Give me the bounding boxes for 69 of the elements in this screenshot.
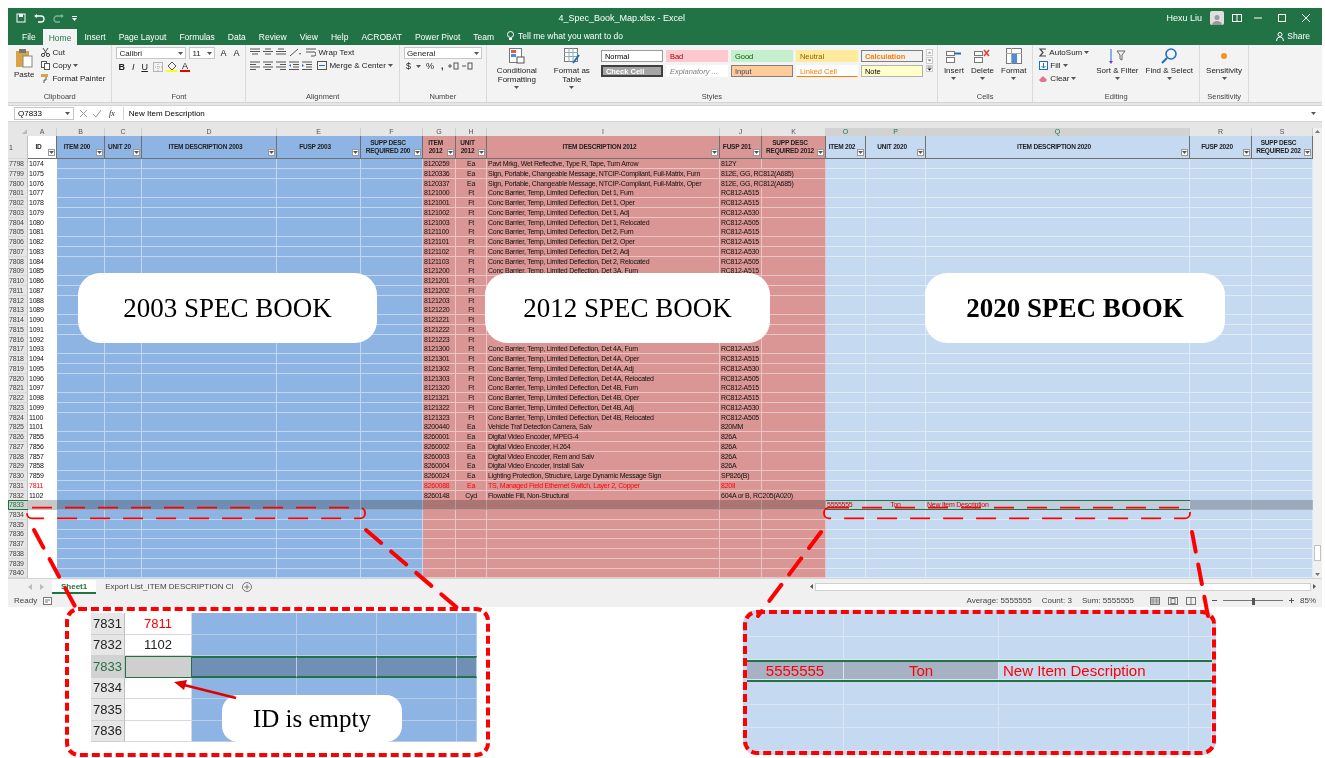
sensitivity-button[interactable]: Sensitivity — [1204, 47, 1245, 81]
cut-button[interactable]: Cut — [39, 47, 108, 58]
table-cell: New Item Description — [999, 661, 1189, 681]
share-button[interactable]: Share — [1272, 31, 1314, 45]
insert-button[interactable]: Insert — [941, 47, 966, 81]
window-title: 4_Spec_Book_Map.xlsx - Excel — [557, 13, 686, 23]
comma-style-button[interactable]: , — [438, 61, 446, 71]
copy-button[interactable]: Copy — [39, 60, 108, 71]
insert-function-button[interactable]: fx — [107, 109, 117, 118]
table-cell: 7811 — [125, 613, 192, 635]
number-format-dropdown[interactable]: General — [403, 47, 482, 59]
ribbon-tab[interactable]: ACROBAT — [355, 29, 408, 45]
font-name-dropdown[interactable]: Calibri — [116, 47, 187, 59]
ribbon-tab[interactable]: Insert — [78, 29, 112, 45]
status-summary: Sum: 5555555 — [1081, 596, 1134, 605]
conditional-formatting-button[interactable]: Conditional Formatting — [490, 47, 543, 90]
ribbon-tab[interactable]: Review — [252, 29, 293, 45]
autosum-button[interactable]: AutoSum — [1037, 47, 1092, 58]
format-as-table-button[interactable]: Format as Table — [545, 47, 598, 90]
underline-button[interactable]: U — [139, 61, 150, 72]
sheet-tab[interactable]: Export List_ITEM DESCRIPTION Cl — [96, 579, 243, 594]
currency-button[interactable]: $ — [403, 61, 413, 71]
row-number: 7832 — [91, 634, 125, 656]
tell-me-field[interactable]: Tell me what you want to do — [518, 31, 623, 41]
table-cell: 5555555 — [747, 661, 844, 681]
table-cell: Ton — [844, 661, 999, 681]
sheet-tab[interactable]: Sheet1 — [52, 579, 97, 594]
decrease-font-size-button[interactable]: A — [231, 48, 242, 58]
ribbon-tab[interactable]: View — [293, 29, 324, 45]
status-summary: Average: 5555555 — [966, 596, 1032, 605]
ribbon-tab[interactable]: Home — [42, 29, 78, 45]
row-number: 7836 — [91, 720, 125, 742]
font-size-dropdown[interactable]: 11 — [189, 47, 216, 59]
status-text: Ready — [14, 596, 38, 605]
format-painter-button[interactable]: Format Painter — [39, 73, 108, 84]
ribbon-tab[interactable]: Page Layout — [112, 29, 173, 45]
section-label: 2012 SPEC BOOK — [485, 273, 770, 343]
sort-filter-button[interactable]: Sort & Filter — [1094, 47, 1141, 81]
row-number: 7834 — [91, 677, 125, 699]
merge-center-button[interactable]: Merge & Center — [315, 60, 395, 71]
name-box[interactable]: Q7833 — [14, 107, 74, 120]
ribbon-tab[interactable]: Power Pivot — [408, 29, 467, 45]
ribbon-tab[interactable]: Data — [221, 29, 252, 45]
row-number: 7835 — [91, 699, 125, 721]
delete-button[interactable]: Delete — [968, 47, 996, 81]
user-name: Hexu Liu — [1166, 13, 1202, 23]
row-number: 7831 — [91, 613, 125, 635]
clear-button[interactable]: Clear — [1037, 73, 1092, 84]
wrap-text-button[interactable]: Wrap Text — [304, 47, 357, 58]
ribbon-tab[interactable]: File — [16, 29, 42, 45]
increase-font-size-button[interactable]: A — [218, 48, 229, 58]
fill-button[interactable]: Fill — [1037, 60, 1092, 71]
find-select-button[interactable]: Find & Select — [1143, 47, 1196, 81]
formula-field[interactable]: New Item Description — [122, 107, 1316, 120]
bold-button[interactable]: B — [116, 61, 127, 72]
percent-button[interactable]: % — [423, 61, 436, 71]
row-number: 7833 — [91, 656, 125, 678]
font-color-button[interactable]: A — [179, 61, 190, 72]
ribbon-tab[interactable]: Formulas — [173, 29, 221, 45]
status-summary: Count: 3 — [1041, 596, 1072, 605]
paste-button[interactable]: Paste — [12, 47, 37, 80]
section-label: 2020 SPEC BOOK — [925, 273, 1225, 343]
zoom-level[interactable]: 85% — [1300, 596, 1316, 605]
ribbon-tab[interactable]: Team — [467, 29, 501, 45]
table-cell: 1102 — [125, 634, 192, 656]
ribbon-tab[interactable]: Help — [324, 29, 355, 45]
italic-button[interactable]: I — [129, 61, 137, 72]
callout-label: ID is empty — [222, 695, 402, 742]
format-button[interactable]: Format — [999, 47, 1029, 81]
